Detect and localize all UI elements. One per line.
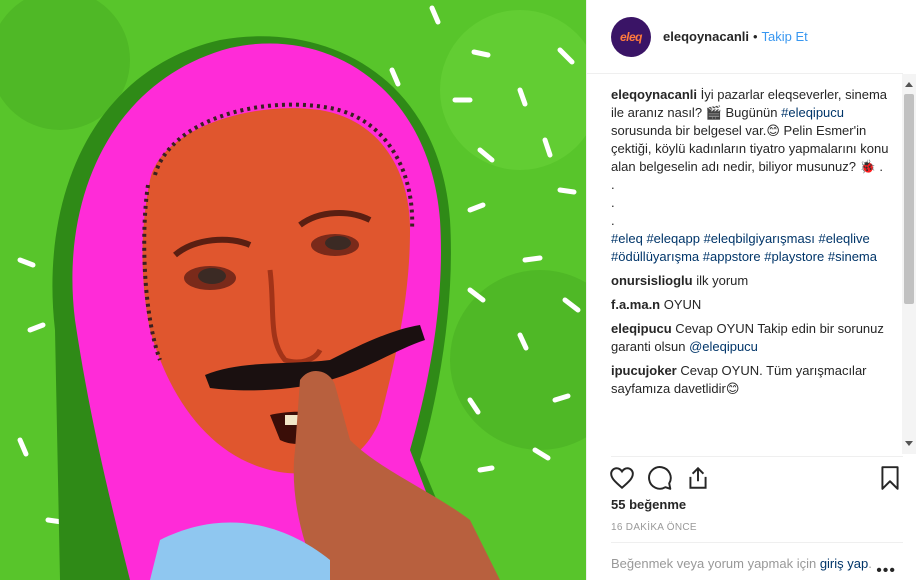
comment-username-link[interactable]: eleqipucu [611, 321, 672, 336]
more-options-icon[interactable]: ••• [876, 562, 896, 580]
hashtag-link[interactable]: #sinema [828, 249, 877, 264]
hashtag-link[interactable]: #eleq [611, 231, 643, 246]
post-illustration [0, 0, 586, 580]
comment-mention-link[interactable]: @eleqipucu [689, 339, 758, 354]
caption-dot-line: . [611, 195, 615, 210]
hashtag-link[interactable]: #playstore [764, 249, 824, 264]
comment-item: ipucujoker Cevap OYUN. Tüm yarışmacılar … [611, 362, 897, 398]
avatar-logo-text: eleq [619, 29, 643, 44]
follow-button[interactable]: Takip Et [762, 29, 808, 44]
post-header: eleq eleqoynacanli • Takip Et [587, 0, 903, 74]
caption-dot-line: . [611, 213, 615, 228]
hashtag-link[interactable]: #eleqapp [646, 231, 700, 246]
caption-hashtag-link[interactable]: #eleqipucu [781, 105, 844, 120]
post-image[interactable] [0, 0, 586, 580]
hashtag-link[interactable]: #eleqlive [818, 231, 869, 246]
comments-scrollbar[interactable] [902, 74, 916, 454]
hashtag-link[interactable]: #eleqbilgiyarışması [704, 231, 815, 246]
comment-item: f.a.ma.n OYUN [611, 296, 897, 314]
caption-dot-line: . [611, 177, 615, 192]
login-prompt-suffix: . [868, 556, 872, 571]
comment-text: OYUN [660, 297, 702, 312]
comment-username-link[interactable]: onursislioglu [611, 273, 693, 288]
comments-list[interactable]: eleqoynacanli İyi pazarlar eleqseverler,… [611, 86, 897, 454]
bookmark-icon[interactable] [877, 465, 903, 491]
scroll-up-arrow-icon[interactable] [905, 82, 913, 87]
caption-username-link[interactable]: eleqoynacanli [611, 87, 697, 102]
post-timestamp[interactable]: 16 DAKİKA ÖNCE [611, 522, 697, 533]
scrollbar-thumb[interactable] [904, 94, 914, 304]
comment-item: eleqipucu Cevap OYUN Takip edin bir soru… [611, 320, 897, 356]
caption-text-2: sorusunda bir belgesel var.😊 Pelin Esmer… [611, 123, 889, 174]
caption: eleqoynacanli İyi pazarlar eleqseverler,… [611, 86, 897, 266]
post-side-panel: eleq eleqoynacanli • Takip Et eleqoynaca… [586, 0, 916, 580]
share-icon[interactable] [685, 465, 711, 491]
heart-icon[interactable] [609, 465, 635, 491]
comment-username-link[interactable]: f.a.ma.n [611, 297, 660, 312]
comment-item: onursislioglu ilk yorum [611, 272, 897, 290]
hashtag-link[interactable]: #ödüllüyarışma [611, 249, 699, 264]
hashtag-link[interactable]: #appstore [703, 249, 761, 264]
login-prompt-text: Beğenmek veya yorum yapmak için [611, 556, 820, 571]
like-count[interactable]: 55 beğenme [611, 497, 686, 512]
comment-username-link[interactable]: ipucujoker [611, 363, 677, 378]
avatar[interactable]: eleq [611, 16, 651, 57]
header-separator: • [752, 29, 758, 44]
login-prompt: Beğenmek veya yorum yapmak için giriş ya… [611, 542, 903, 573]
scroll-down-arrow-icon[interactable] [905, 441, 913, 446]
comment-icon[interactable] [647, 465, 673, 491]
login-link[interactable]: giriş yap [820, 556, 868, 571]
comment-text: ilk yorum [692, 273, 749, 288]
header-username-link[interactable]: eleqoynacanli [663, 29, 749, 44]
action-bar [609, 456, 903, 496]
